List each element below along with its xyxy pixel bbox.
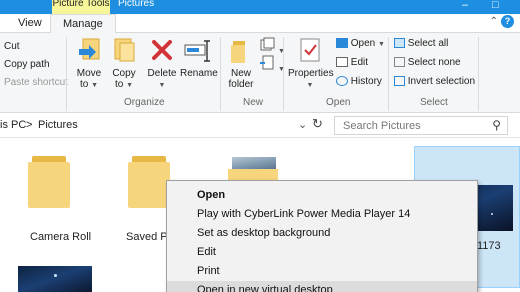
- camera-roll-folder-icon[interactable]: [28, 156, 70, 208]
- context-menu-set-desktop-background[interactable]: Set as desktop background: [167, 224, 477, 243]
- new-group-label: New: [243, 97, 264, 108]
- rename-icon: [184, 40, 210, 62]
- copy-to-label-1: Copy: [112, 68, 136, 79]
- cut-button[interactable]: Cut: [4, 41, 20, 52]
- image-thumbnail-2[interactable]: [18, 266, 92, 292]
- copy-to-icon: [114, 38, 135, 62]
- copy-to-label-2: to: [114, 79, 124, 90]
- edit-button[interactable]: Edit: [336, 57, 368, 68]
- new-folder-icon: [231, 41, 245, 63]
- select-group-label: Select: [420, 97, 448, 108]
- search-placeholder: Search Pictures: [343, 120, 421, 132]
- paste-shortcut-button[interactable]: Paste shortcut: [4, 77, 68, 88]
- saved-pictures-folder-icon[interactable]: [128, 156, 170, 208]
- cut-label: Cut: [4, 41, 20, 52]
- minimize-button[interactable]: –: [462, 0, 468, 11]
- copy-path-button[interactable]: Copy path: [4, 59, 50, 70]
- group-divider: [478, 37, 479, 111]
- help-icon[interactable]: ?: [501, 15, 514, 28]
- search-input[interactable]: Search Pictures ⚲: [334, 116, 508, 135]
- dropdown-arrow-icon: ▼: [91, 82, 99, 89]
- context-menu-open-virtual-desktop[interactable]: Open in new virtual desktop: [167, 281, 477, 292]
- move-to-button[interactable]: Move to ▼: [74, 37, 104, 91]
- history-icon: [336, 76, 348, 87]
- select-all-label: Select all: [407, 38, 449, 49]
- tab-view[interactable]: View: [18, 14, 42, 33]
- select-all-button[interactable]: Select all: [394, 38, 448, 49]
- context-menu-open[interactable]: Open: [167, 186, 477, 205]
- new-item-button[interactable]: ▼: [260, 37, 285, 56]
- properties-label: Properties: [288, 68, 334, 79]
- ribbon-tabs: View Manage: [0, 14, 520, 34]
- breadcrumb-this-pc[interactable]: is PC: [0, 119, 26, 131]
- delete-button[interactable]: Delete ▼: [146, 37, 178, 91]
- rename-button[interactable]: Rename: [180, 37, 218, 79]
- properties-button[interactable]: Properties ▼: [288, 37, 334, 91]
- select-none-label: Select none: [407, 57, 461, 68]
- open-icon: [336, 38, 348, 49]
- group-divider: [220, 37, 221, 111]
- collapse-ribbon-icon[interactable]: ⌃: [490, 16, 498, 27]
- window-title: Pictures: [118, 0, 155, 9]
- dropdown-arrow-icon: ▼: [306, 82, 314, 89]
- group-divider: [388, 37, 389, 111]
- context-menu-edit[interactable]: Edit: [167, 243, 477, 262]
- copy-path-label: Copy path: [4, 59, 50, 70]
- easy-access-icon: [260, 55, 274, 70]
- open-label: Open: [350, 38, 376, 49]
- dropdown-arrow-icon: ▼: [158, 82, 166, 89]
- item-label-image[interactable]: 1173: [477, 240, 501, 252]
- move-to-label-2: to: [79, 79, 89, 90]
- organize-group-label: Organize: [124, 97, 165, 108]
- address-history-chevron-icon[interactable]: ⌄: [298, 118, 307, 131]
- move-to-label-1: Move: [76, 68, 102, 79]
- invert-selection-button[interactable]: Invert selection: [394, 76, 475, 87]
- select-none-icon: [394, 57, 405, 68]
- rename-label: Rename: [180, 68, 218, 79]
- title-bar: Picture Tools Pictures – □: [0, 0, 520, 14]
- dropdown-arrow-icon: ▼: [378, 41, 385, 48]
- breadcrumb-separator[interactable]: >: [26, 119, 32, 131]
- open-button[interactable]: Open ▼: [336, 38, 385, 49]
- paste-shortcut-label: Paste shortcut: [4, 77, 68, 88]
- delete-icon: [152, 40, 172, 60]
- select-none-button[interactable]: Select none: [394, 57, 461, 68]
- move-to-icon: [79, 38, 100, 60]
- item-label-camera-roll[interactable]: Camera Roll: [30, 231, 91, 243]
- delete-label: Delete: [147, 68, 177, 79]
- tab-manage[interactable]: Manage: [50, 14, 116, 34]
- refresh-icon[interactable]: ↻: [312, 116, 323, 132]
- history-button[interactable]: History: [336, 76, 382, 87]
- new-folder-label-1: New: [230, 68, 251, 79]
- invert-selection-icon: [394, 76, 405, 87]
- properties-icon: [300, 38, 320, 62]
- search-icon[interactable]: ⚲: [492, 118, 501, 132]
- copy-to-button[interactable]: Copy to ▼: [110, 37, 138, 91]
- ribbon: Cut Copy path Paste shortcut Move to ▼ C…: [0, 33, 520, 113]
- new-item-icon: [260, 37, 275, 51]
- new-folder-label-2: folder: [228, 79, 254, 90]
- select-all-icon: [394, 38, 405, 49]
- easy-access-button[interactable]: ▼: [260, 55, 285, 74]
- context-menu-play-cyberlink[interactable]: Play with CyberLink Power Media Player 1…: [167, 205, 477, 224]
- edit-label: Edit: [350, 57, 369, 68]
- address-bar-row: is PC > Pictures ⌄ ↻ Search Pictures ⚲: [0, 113, 520, 138]
- edit-icon: [336, 57, 348, 68]
- maximize-button[interactable]: □: [492, 0, 499, 11]
- breadcrumb-pictures[interactable]: Pictures: [38, 119, 78, 131]
- invert-selection-label: Invert selection: [407, 76, 476, 87]
- picture-tools-tab[interactable]: Picture Tools: [52, 0, 110, 14]
- context-menu: Open Play with CyberLink Power Media Pla…: [166, 180, 478, 292]
- new-folder-button[interactable]: New folder: [226, 37, 256, 90]
- group-divider: [283, 37, 284, 111]
- group-divider: [66, 37, 67, 111]
- context-menu-print[interactable]: Print: [167, 262, 477, 281]
- open-group-label: Open: [326, 97, 351, 108]
- dropdown-arrow-icon: ▼: [126, 82, 134, 89]
- history-label: History: [350, 76, 382, 87]
